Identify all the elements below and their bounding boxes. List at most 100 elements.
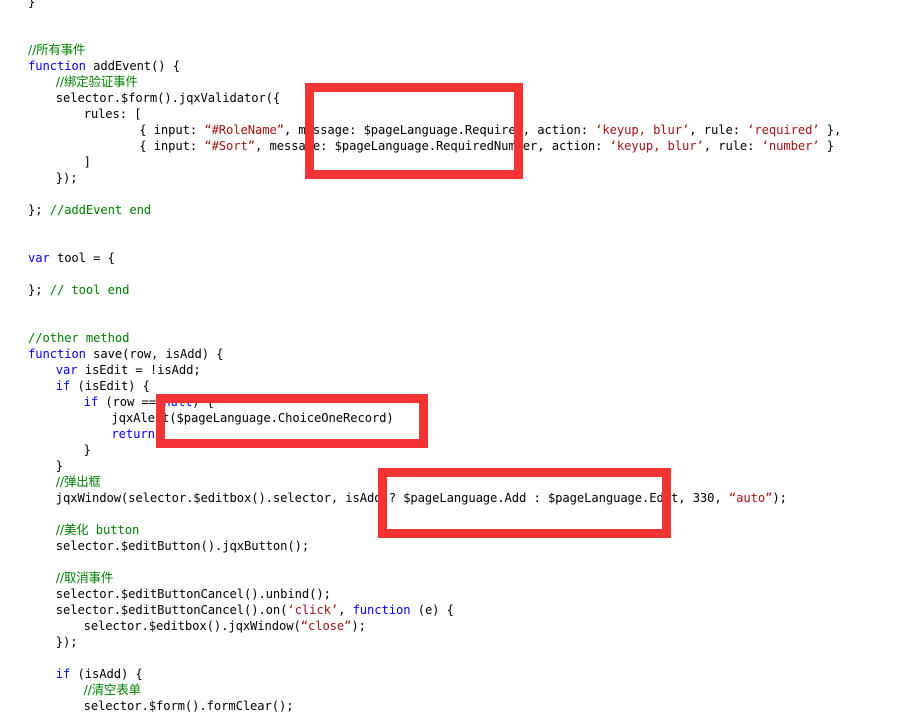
code-line: } [84, 442, 91, 458]
code-token: //所有事件 [28, 42, 86, 57]
code-token: } [28, 0, 36, 9]
code-token: isEdit = !isAdd; [77, 363, 201, 377]
code-token: ‘keyup, blur’ [609, 139, 704, 153]
code-token: selector.$form().jqxValidator({ [55, 91, 281, 105]
code-editor-surface[interactable]: }//所有事件 function addEvent() {//绑定验证事件 sele… [0, 0, 901, 713]
code-token: if [83, 395, 99, 409]
code-line: if (isAdd) { [56, 666, 143, 682]
code-token: (isEdit) { [70, 379, 150, 393]
code-token: selector.$form().formClear(); [83, 699, 294, 713]
code-token: selector.$editButton().jqxButton(); [55, 539, 310, 553]
code-token: selector.$editButtonCancel().on( [55, 603, 288, 617]
screenshot-root: }//所有事件 function addEvent() {//绑定验证事件 sele… [0, 0, 901, 713]
code-line: } [56, 458, 63, 474]
code-line: }); [56, 634, 78, 650]
code-token: //取消事件 [55, 570, 114, 585]
code-token: }); [55, 635, 78, 649]
code-line: ] [84, 154, 91, 170]
code-token: //绑定验证事件 [55, 74, 138, 89]
code-line: selector.$form().jqxValidator({ [56, 90, 280, 106]
code-line: //清空表单 [84, 682, 141, 698]
code-line: return [111, 426, 155, 442]
code-line: //绑定验证事件 [56, 74, 138, 90]
code-token: , message: $pageLanguage.Required, actio… [283, 123, 596, 137]
code-token: // tool end [49, 283, 130, 297]
code-token: (isAdd) { [70, 667, 143, 681]
code-token: jqxAlert($pageLanguage.ChoiceOneRecord) [111, 411, 394, 425]
code-token: }); [55, 171, 78, 185]
code-token: selector.$editbox().jqxWindow( [83, 619, 301, 633]
code-line: selector.$editButtonCancel().on(‘click’,… [56, 602, 454, 618]
code-line: if (isEdit) { [56, 378, 150, 394]
code-token: var [55, 363, 78, 377]
code-line: { input: “#Sort”, message: $pageLanguage… [139, 138, 834, 154]
code-token: ‘number’ [761, 139, 820, 153]
code-token: jqxWindow(selector.$editbox().selector, … [55, 491, 729, 505]
code-line: selector.$editButton().jqxButton(); [56, 538, 309, 554]
code-line: //所有事件 [28, 42, 85, 58]
code-token: ); [351, 619, 366, 633]
code-token: }; [28, 203, 50, 217]
code-line: }; //addEvent end [28, 202, 151, 218]
code-line: selector.$editButtonCancel().unbind(); [56, 586, 331, 602]
code-line: function save(row, isAdd) { [28, 346, 224, 362]
code-line: function addEvent() { [28, 58, 180, 74]
code-token: ) { [192, 395, 214, 409]
code-line: jqxAlert($pageLanguage.ChoiceOneRecord) [111, 410, 393, 426]
code-token: //addEvent end [49, 203, 152, 217]
code-token: function [28, 347, 86, 361]
code-token: ] [83, 155, 91, 169]
code-line: //other method [28, 330, 129, 346]
code-token: if [55, 667, 71, 681]
code-token: ‘click’ [287, 603, 339, 617]
code-line: jqxWindow(selector.$editbox().selector, … [56, 490, 787, 506]
code-line: var tool = { [28, 250, 115, 266]
code-token: var [28, 251, 50, 265]
code-token: , message: $pageLanguage.RequiredNumber,… [255, 139, 610, 153]
code-token: (row == [98, 395, 164, 409]
code-token: } [55, 459, 64, 473]
code-token: }, [819, 123, 842, 137]
code-line: { input: “#RoleName”, message: $pageLang… [139, 122, 841, 138]
code-token: “#Sort” [204, 139, 255, 153]
code-token: //美化 [55, 522, 89, 537]
code-line: }; // tool end [28, 282, 129, 298]
code-token: { input: [139, 139, 205, 153]
code-token: //other method [28, 331, 130, 345]
code-line: var isEdit = !isAdd; [56, 362, 201, 378]
code-token: selector.$editButtonCancel().unbind(); [55, 587, 331, 601]
code-token: save(row, isAdd) { [85, 347, 224, 361]
code-token: null [163, 395, 193, 409]
code-line: //取消事件 [56, 570, 113, 586]
code-line: //美化 button [55, 522, 140, 538]
code-token: tool = { [49, 251, 115, 265]
code-token: ‘required’ [747, 123, 820, 137]
code-token: function [352, 603, 411, 617]
code-token: (e) { [410, 603, 454, 617]
code-line: selector.$form().formClear(); [84, 698, 294, 714]
code-token: //清空表单 [83, 682, 141, 697]
code-token: }; [28, 283, 50, 297]
code-line: rules: [ [84, 106, 142, 122]
code-line: } [28, 0, 35, 10]
code-token: if [55, 379, 71, 393]
code-token: button [88, 523, 140, 537]
code-token: } [83, 443, 91, 457]
code-token: return [111, 427, 155, 441]
code-token: ); [772, 491, 787, 505]
code-token: , rule: [703, 139, 762, 153]
code-token: “auto” [728, 491, 773, 505]
code-token: function [28, 59, 86, 73]
code-token: { input: [139, 123, 205, 137]
code-line: selector.$editbox().jqxWindow(“close”); [84, 618, 366, 634]
code-token: //弹出框 [55, 474, 101, 489]
code-token: , [338, 603, 353, 617]
code-token: } [819, 139, 835, 153]
code-line: }); [56, 170, 78, 186]
code-token: rules: [ [83, 107, 142, 121]
code-token: “close” [300, 619, 352, 633]
code-token: , rule: [689, 123, 748, 137]
code-token: ‘keyup, blur’ [595, 123, 690, 137]
code-line: if (row == null) { [84, 394, 214, 410]
code-token: addEvent() { [85, 59, 180, 73]
